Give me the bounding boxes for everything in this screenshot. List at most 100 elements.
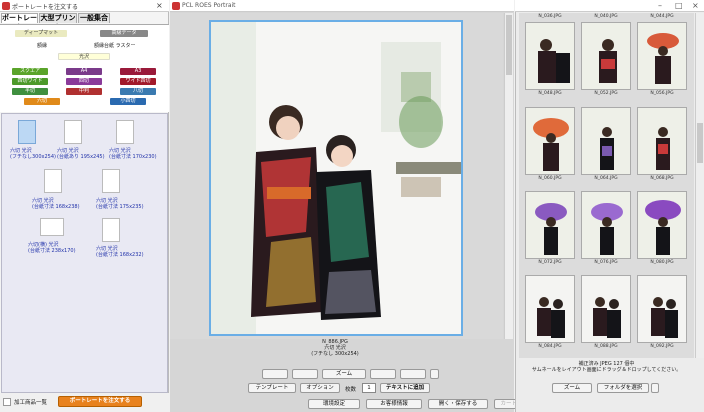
size-yotsugiri-wide[interactable]: 四切ワイド — [12, 78, 48, 85]
product-list: 六切 光沢 (フチなし300x254) 六切 光沢 (台紙あり 195x245) 六… — [1, 113, 168, 393]
paper-premium-data[interactable]: 高級データ — [100, 30, 148, 37]
order-panel-titlebar: ポートレートを注文する × — [0, 0, 169, 12]
thumb-label: N_080.JPG — [650, 260, 674, 265]
thumbnail[interactable] — [581, 107, 631, 175]
product-label: 六切 光沢 (台紙寸法 175x235) — [96, 198, 144, 210]
thumb-label: N_072.JPG — [538, 260, 562, 265]
template-button[interactable]: テンプレート — [248, 383, 296, 393]
thumb-label: N_064.JPG — [594, 176, 618, 181]
main-titlebar: PCL ROES Portrait — [170, 0, 514, 12]
product-thumb[interactable] — [40, 218, 64, 236]
thumbnail[interactable] — [637, 191, 687, 259]
open-save-button[interactable]: 開く・保存する — [428, 399, 488, 409]
thumbnail-grid: N_036.JPG N_040.JPG N_044.JPG N_048.JPG … — [519, 13, 694, 358]
thumb-label: N_088.JPG — [594, 344, 618, 349]
thumbnail[interactable] — [637, 275, 687, 343]
close-icon[interactable]: × — [156, 1, 163, 10]
thumbnail[interactable] — [525, 22, 575, 90]
paper-deep-matte[interactable]: ディープマット — [15, 30, 67, 37]
product-thumb[interactable] — [44, 169, 62, 193]
product-thumb[interactable] — [64, 120, 82, 144]
thumb-label: N_048.JPG — [538, 91, 562, 96]
order-portrait-button[interactable]: ポートレートを注文する — [58, 396, 142, 407]
thumbnail[interactable] — [581, 22, 631, 90]
order-panel-title: ポートレートを注文する — [12, 4, 79, 11]
thumbnail[interactable] — [637, 22, 687, 90]
format-frame[interactable]: 額縁 — [37, 42, 47, 49]
product-label: 六切 光沢 (台紙寸法 168x232) — [96, 246, 144, 258]
size-chuban[interactable]: 中判 — [66, 88, 102, 95]
main-window-title: PCL ROES Portrait — [182, 2, 236, 9]
thumb-label: N_092.JPG — [650, 344, 674, 349]
rotate-right-button[interactable] — [292, 369, 318, 379]
app-icon — [2, 2, 10, 10]
folder-dropdown-button[interactable] — [651, 383, 659, 393]
product-thumb[interactable] — [116, 120, 134, 144]
size-mutsugiri[interactable]: 六切 — [24, 98, 60, 105]
scrollbar-thumb[interactable] — [506, 15, 512, 75]
minimize-icon[interactable]: – — [658, 1, 662, 10]
list-icon — [3, 398, 11, 406]
select-folder-button[interactable]: フォルダを選択 — [597, 383, 649, 393]
app-icon — [172, 2, 180, 10]
size-yotsugiri[interactable]: 四切 — [66, 78, 102, 85]
thumbnail[interactable] — [581, 275, 631, 343]
thumb-label: N_068.JPG — [650, 176, 674, 181]
product-label: 六切 光沢 (フチなし300x254) — [10, 148, 56, 160]
thumbnail-zoom-button[interactable]: ズーム — [552, 383, 592, 393]
window-controls: – □ × — [515, 0, 704, 12]
scrollbar-thumb[interactable] — [697, 123, 703, 163]
zoom-button[interactable]: ズーム — [322, 369, 366, 379]
tab-group[interactable]: 一般集合 — [78, 13, 110, 23]
photo-size-caption-2: (フチなし 300x254) — [311, 351, 359, 357]
product-label: 六切(横) 光沢 (台紙寸法 238x170) — [28, 242, 76, 254]
crop-button[interactable] — [400, 369, 426, 379]
add-text-button[interactable]: テキストに追加 — [380, 383, 430, 393]
portrait-photo — [211, 22, 461, 334]
thumbnail[interactable] — [581, 191, 631, 259]
size-hangiri[interactable]: 半切 — [12, 88, 48, 95]
thumb-label: N_056.JPG — [650, 91, 674, 96]
count-label: 枚数 — [345, 387, 357, 393]
thumb-label: N_060.JPG — [538, 176, 562, 181]
thumb-label: N_052.JPG — [594, 91, 618, 96]
thumb-label: N_084.JPG — [538, 344, 562, 349]
thumb-label: N_036.JPG — [538, 14, 562, 19]
thumbnail[interactable] — [525, 191, 575, 259]
size-square[interactable]: スクエア — [12, 68, 48, 75]
size-a3[interactable]: A3 — [120, 68, 156, 75]
size-yatsugiri[interactable]: 八切 — [120, 88, 156, 95]
product-thumb[interactable] — [102, 218, 120, 242]
product-list-link[interactable]: 加工商品一覧 — [14, 398, 47, 406]
format-frame-luster[interactable]: 額縁台紙 ラスター — [94, 42, 136, 49]
layout-photo[interactable] — [209, 20, 463, 336]
size-a4[interactable]: A4 — [66, 68, 102, 75]
product-thumb[interactable] — [102, 169, 120, 193]
option-button[interactable]: オプション — [300, 383, 340, 393]
tab-portrait[interactable]: ポートレート — [1, 13, 38, 31]
thumb-label: N_044.JPG — [650, 14, 674, 19]
thumbnail[interactable] — [525, 275, 575, 343]
more-dropdown-button[interactable] — [430, 369, 439, 379]
close-icon[interactable]: × — [692, 1, 699, 10]
thumbnail[interactable] — [637, 107, 687, 175]
flip-button[interactable] — [370, 369, 396, 379]
customer-info-button[interactable]: お客様情報 — [366, 399, 422, 409]
maximize-icon[interactable]: □ — [675, 1, 683, 10]
thumbnail-scrollbar[interactable] — [695, 13, 704, 358]
finish-gloss[interactable]: 光沢 — [58, 53, 110, 60]
product-thumb[interactable] — [18, 120, 36, 144]
order-footer: 加工商品一覧 ポートレートを注文する — [0, 393, 169, 412]
size-koyotsugiri[interactable]: 小四切 — [110, 98, 146, 105]
thumbnail[interactable] — [525, 107, 575, 175]
count-input[interactable]: 1 — [362, 383, 376, 393]
thumbnail-status-2: サムネールをレイアウト画面にドラッグ＆ドロップしてください。 — [531, 367, 682, 373]
tab-large-print[interactable]: 大型プリント — [39, 13, 77, 31]
size-wide-yotsugiri[interactable]: ワイド四切 — [120, 78, 156, 85]
thumb-label: N_040.JPG — [594, 14, 618, 19]
settings-button[interactable]: 環境設定 — [308, 399, 360, 409]
rotate-left-button[interactable] — [262, 369, 288, 379]
thumb-label: N_076.JPG — [594, 260, 618, 265]
canvas-scrollbar[interactable] — [504, 13, 513, 339]
options-area: ディープマット 高級データ 額縁 額縁台紙 ラスター 光沢 スクエア A4 A3… — [0, 24, 169, 112]
